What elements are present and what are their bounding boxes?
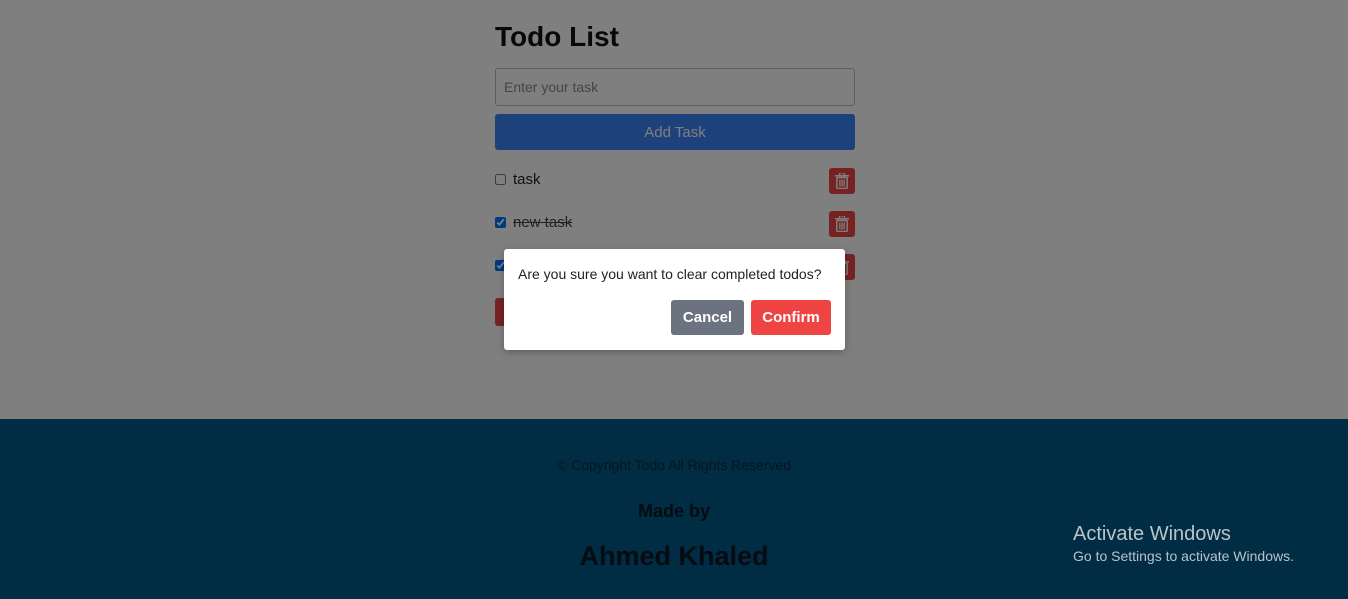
cancel-button[interactable]: Cancel — [671, 300, 744, 335]
confirm-dialog: Are you sure you want to clear completed… — [504, 249, 845, 350]
confirm-button[interactable]: Confirm — [751, 300, 831, 335]
watermark-title: Activate Windows — [1073, 523, 1231, 545]
windows-activation-watermark: Activate Windows Go to Settings to activ… — [1073, 522, 1294, 566]
watermark-subtitle: Go to Settings to activate Windows. — [1073, 548, 1294, 564]
dialog-message: Are you sure you want to clear completed… — [518, 266, 822, 282]
